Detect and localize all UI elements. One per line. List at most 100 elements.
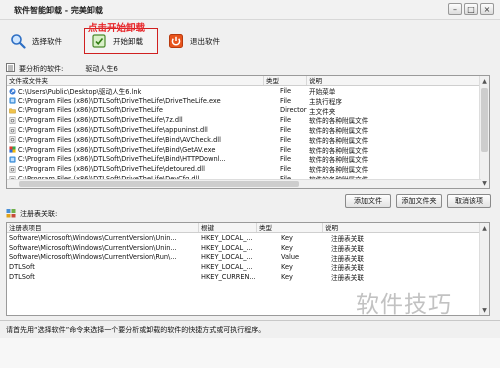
registry-col-item[interactable]: 注册表项目 [7,223,199,232]
file-desc-cell: 主文件夹 [309,107,336,116]
file-path-cell: C:\Users\Public\Desktop\驱动人生6.lnk [7,86,264,96]
uninstaller-window: 软件智能卸载 - 完美卸载 – □ × 选择软件 开始卸载 退出软件 点击开始卸… [0,0,500,368]
magnifier-icon [10,33,26,49]
registry-col-desc[interactable]: 说明 [323,223,481,232]
file-desc-cell: 软件的各种附属文件 [309,127,369,136]
analyze-software-name: 驱动人生6 [85,64,118,73]
file-type-cell: File [280,116,292,125]
registry-label: 注册表关联: [20,210,58,218]
exe-icon [9,97,18,105]
registry-label-row: 注册表关联: [6,208,57,220]
registry-desc-cell: 注册表关联 [331,264,364,273]
registry-desc-cell: 注册表关联 [331,254,364,263]
registry-root-cell: HKEY_LOCAL_... [201,243,253,252]
list-icon [6,63,15,74]
files-col-path[interactable]: 文件或文件夹 [7,76,264,85]
files-col-desc[interactable]: 说明 [307,76,481,85]
files-vertical-scrollbar[interactable]: ▲ ▼ [479,76,489,188]
registry-desc-cell: 注册表关联 [331,274,364,283]
registry-type-cell: Key [281,273,293,282]
dll-icon [9,136,18,144]
exit-software-button[interactable]: 退出软件 [168,28,220,54]
file-desc-cell: 软件的各种附属文件 [309,136,369,145]
file-type-cell: File [280,86,292,95]
exit-software-label: 退出软件 [190,36,220,46]
file-desc-cell: 软件的各种附属文件 [309,117,369,126]
click-start-annotation: 点击开始卸载 [88,23,146,34]
registry-row[interactable]: DTLSoft HKEY_LOCAL_... Key 注册表关联 [7,262,489,272]
registry-col-root[interactable]: 根键 [199,223,257,232]
window-title: 软件智能卸载 - 完美卸载 [14,6,103,15]
file-type-cell: File [280,145,292,154]
files-horizontal-scrollbar[interactable] [7,179,481,188]
minimize-button[interactable]: – [448,3,462,15]
status-bar: 请首先用“选择软件”命令来选择一个要分析或卸载的软件的快捷方式或可执行程序。 [0,320,500,336]
file-row[interactable]: C:\Program Files (x86)\DTLSoft\DriveTheL… [7,125,489,135]
start-uninstall-label: 开始卸载 [113,36,143,46]
toolbar: 选择软件 开始卸载 退出软件 [0,20,500,62]
registry-row[interactable]: Software\Microsoft\Windows\CurrentVersio… [7,253,489,263]
registry-row[interactable]: Software\Microsoft\Windows\CurrentVersio… [7,243,489,253]
analyze-label: 要分析的软件: [19,64,64,73]
file-type-cell: File [280,96,292,105]
registry-row[interactable]: Software\Microsoft\Windows\CurrentVersio… [7,233,489,243]
file-path-cell: C:\Program Files (x86)\DTLSoft\DriveTheL… [7,116,264,124]
file-row[interactable]: C:\Program Files (x86)\DTLSoft\DriveTheL… [7,145,489,155]
files-table-body: C:\Users\Public\Desktop\驱动人生6.lnk File 开始菜… [7,86,489,184]
file-row[interactable]: C:\Program Files (x86)\DTLSoft\DriveTheL… [7,96,489,106]
files-col-type[interactable]: 类型 [264,76,307,85]
file-row[interactable]: C:\Program Files (x86)\DTLSoft\DriveTheL… [7,135,489,145]
cancel-item-button[interactable]: 取消该项 [447,194,491,208]
app-icon [9,146,18,154]
file-path-cell: C:\Program Files (x86)\DTLSoft\DriveTheL… [7,97,264,105]
file-path-cell: C:\Program Files (x86)\DTLSoft\DriveTheL… [7,126,264,134]
file-row[interactable]: C:\Program Files (x86)\DTLSoft\DriveTheL… [7,106,489,116]
registry-type-cell: Value [281,253,300,262]
close-button[interactable]: × [480,3,494,15]
registry-root-cell: HKEY_LOCAL_... [201,263,253,272]
maximize-button[interactable]: □ [464,3,478,15]
registry-root-cell: HKEY_CURREN... [201,273,256,282]
file-path-cell: C:\Program Files (x86)\DTLSoft\DriveTheL… [7,106,264,114]
dll-icon [9,165,18,173]
registry-col-type[interactable]: 类型 [257,223,323,232]
registry-table-body: Software\Microsoft\Windows\CurrentVersio… [7,233,489,282]
file-path-cell: C:\Program Files (x86)\DTLSoft\DriveTheL… [7,146,264,154]
registry-root-cell: HKEY_LOCAL_... [201,233,253,242]
file-type-cell: File [280,165,292,174]
registry-item-cell: Software\Microsoft\Windows\CurrentVersio… [9,243,177,252]
select-software-label: 选择软件 [32,36,62,46]
select-software-button[interactable]: 选择软件 [10,28,62,54]
file-desc-cell: 软件的各种附属文件 [309,166,369,175]
add-folder-button[interactable]: 添加文件夹 [396,194,442,208]
exe-icon [9,155,18,163]
file-row[interactable]: C:\Program Files (x86)\DTLSoft\DriveTheL… [7,155,489,165]
add-file-button[interactable]: 添加文件 [345,194,391,208]
file-desc-cell: 软件的各种附属文件 [309,146,369,155]
file-row[interactable]: C:\Program Files (x86)\DTLSoft\DriveTheL… [7,164,489,174]
registry-item-cell: DTLSoft [9,263,35,272]
file-row[interactable]: C:\Program Files (x86)\DTLSoft\DriveTheL… [7,115,489,125]
shortcut-icon [9,88,18,96]
files-table-header: 文件或文件夹 类型 说明 [7,76,489,86]
file-path-cell: C:\Program Files (x86)\DTLSoft\DriveTheL… [7,165,264,173]
file-type-cell: File [280,126,292,135]
registry-icon [6,208,16,220]
registry-desc-cell: 注册表关联 [331,244,364,253]
registry-item-cell: Software\Microsoft\Windows\CurrentVersio… [9,253,177,262]
registry-row[interactable]: DTLSoft HKEY_CURREN... Key 注册表关联 [7,272,489,282]
uninstall-box-icon [91,33,107,49]
power-icon [168,33,184,49]
file-desc-cell: 软件的各种附属文件 [309,156,369,165]
file-path-cell: C:\Program Files (x86)\DTLSoft\DriveTheL… [7,155,264,163]
files-table[interactable]: 文件或文件夹 类型 说明 C:\Users\Public\Desktop\驱动人… [6,75,490,189]
file-path-cell: C:\Program Files (x86)\DTLSoft\DriveTheL… [7,136,264,144]
dll-icon [9,126,18,134]
file-type-cell: File [280,135,292,144]
registry-item-cell: DTLSoft [9,273,35,282]
bottom-strip [0,338,500,368]
folder-icon [9,106,18,114]
registry-type-cell: Key [281,233,293,242]
file-row[interactable]: C:\Users\Public\Desktop\驱动人生6.lnk File 开始菜… [7,86,489,96]
registry-vertical-scrollbar[interactable]: ▲ ▼ [479,223,489,315]
